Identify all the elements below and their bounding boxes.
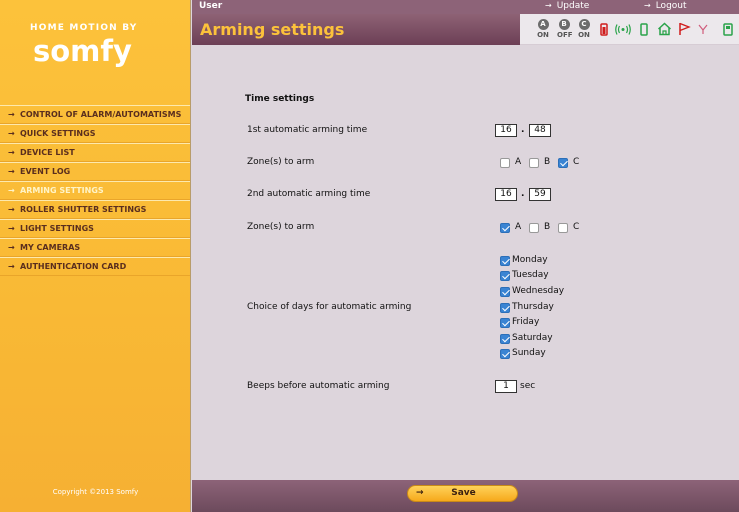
title-bar: Arming settings — [192, 14, 520, 45]
arrow-right-icon: → — [8, 129, 15, 138]
menu-item-my-cameras[interactable]: → MY CAMERAS — [0, 238, 190, 257]
day-checkbox-monday[interactable] — [500, 256, 510, 266]
day-label-wednesday: Wednesday — [512, 286, 565, 296]
main-content: Time settings 1st automatic arming time … — [192, 45, 739, 480]
zones-1-checkbox-b[interactable] — [529, 158, 539, 168]
zone-b-status: B OFF — [557, 19, 573, 39]
zones-2-checkbox-c[interactable] — [558, 223, 568, 233]
arrow-right-icon: → — [545, 1, 552, 10]
menu-item-roller-shutter-settings[interactable]: → ROLLER SHUTTER SETTINGS — [0, 200, 190, 219]
day-label-monday: Monday — [512, 255, 548, 265]
logo-tagline: HOME MOTION BY — [30, 23, 138, 33]
zone-b-label: B — [544, 222, 551, 232]
section-title: Time settings — [245, 94, 315, 104]
main-menu: → CONTROL OF ALARM/AUTOMATISMS → QUICK SET… — [0, 105, 190, 276]
user-label: User — [199, 1, 223, 11]
menu-item-arming-settings[interactable]: → ARMING SETTINGS — [0, 181, 190, 200]
days-label: Choice of days for automatic arming — [247, 302, 412, 312]
antenna-icon — [698, 24, 708, 34]
day-label-saturday: Saturday — [512, 333, 553, 343]
arming-time-1-minute-input[interactable]: 48 — [529, 124, 551, 137]
zone-c-status: C ON — [578, 19, 590, 39]
bottom-bar: → Save — [192, 480, 739, 512]
arrow-right-icon: → — [8, 167, 15, 176]
arming-time-2-hour-input[interactable]: 16 — [495, 188, 517, 201]
arrow-right-icon: → — [8, 110, 15, 119]
arrow-right-icon: → — [8, 224, 15, 233]
arrow-right-icon: → — [8, 186, 15, 195]
day-label-friday: Friday — [512, 317, 540, 327]
day-label-thursday: Thursday — [512, 302, 554, 312]
menu-item-event-log[interactable]: → EVENT LOG — [0, 162, 190, 181]
top-bar: User → Update → Logout — [192, 0, 739, 14]
panel-icon — [723, 23, 733, 36]
arming-time-1-hour-input[interactable]: 16 — [495, 124, 517, 137]
day-label-tuesday: Tuesday — [512, 270, 549, 280]
page-title: Arming settings — [200, 20, 345, 39]
sidebar: HOME MOTION BY somfy → CONTROL OF ALARM/A… — [0, 0, 191, 512]
zones-1-checkbox-a[interactable] — [500, 158, 510, 168]
arrow-right-icon: → — [8, 243, 15, 252]
menu-item-control-of-alarm[interactable]: → CONTROL OF ALARM/AUTOMATISMS — [0, 105, 190, 124]
menu-item-quick-settings[interactable]: → QUICK SETTINGS — [0, 124, 190, 143]
beeps-unit: sec — [520, 381, 536, 391]
arming-time-2-minute-input[interactable]: 59 — [529, 188, 551, 201]
menu-item-authentication-card[interactable]: → AUTHENTICATION CARD — [0, 257, 190, 276]
arrow-right-icon: → — [8, 205, 15, 214]
time-separator: . — [521, 125, 525, 135]
zones-1-checkbox-c[interactable] — [558, 158, 568, 168]
day-checkbox-wednesday[interactable] — [500, 287, 510, 297]
beeps-input[interactable]: 1 — [495, 380, 517, 393]
copyright: Copyright ©2013 Somfy — [52, 488, 139, 496]
zones-1-label: Zone(s) to arm — [247, 157, 315, 167]
day-checkbox-saturday[interactable] — [500, 334, 510, 344]
arrow-right-icon: → — [8, 148, 15, 157]
zone-a-label: A — [515, 157, 522, 167]
day-checkbox-tuesday[interactable] — [500, 271, 510, 281]
zone-b-label: B — [544, 157, 551, 167]
zone-a-status: A ON — [537, 19, 549, 39]
status-area: A ON B OFF C ON — [520, 14, 739, 45]
zone-a-label: A — [515, 222, 522, 232]
day-checkbox-sunday[interactable] — [500, 349, 510, 359]
zones-2-checkbox-b[interactable] — [529, 223, 539, 233]
update-link[interactable]: → Update — [545, 1, 589, 11]
battery-icon — [600, 23, 608, 36]
house-icon — [657, 22, 672, 36]
day-checkbox-friday[interactable] — [500, 318, 510, 328]
day-checkbox-thursday[interactable] — [500, 303, 510, 313]
arrow-right-icon: → — [644, 1, 651, 10]
zones-2-checkbox-a[interactable] — [500, 223, 510, 233]
menu-item-device-list[interactable]: → DEVICE LIST — [0, 143, 190, 162]
zone-c-label: C — [573, 222, 580, 232]
flag-icon — [679, 22, 691, 35]
arming-time-1-label: 1st automatic arming time — [247, 125, 368, 135]
arming-time-2-label: 2nd automatic arming time — [247, 189, 371, 199]
arrow-right-icon: → — [8, 262, 15, 271]
menu-item-light-settings[interactable]: → LIGHT SETTINGS — [0, 219, 190, 238]
time-separator: . — [521, 189, 525, 199]
day-label-sunday: Sunday — [512, 348, 546, 358]
zone-c-label: C — [573, 157, 580, 167]
zones-2-label: Zone(s) to arm — [247, 222, 315, 232]
door-sensor-icon — [640, 23, 648, 36]
radio-signal-icon — [615, 24, 631, 35]
beeps-label: Beeps before automatic arming — [247, 381, 390, 391]
somfy-logo: somfy — [33, 34, 132, 68]
save-button[interactable]: → Save — [407, 485, 518, 502]
logout-link[interactable]: → Logout — [644, 1, 687, 11]
